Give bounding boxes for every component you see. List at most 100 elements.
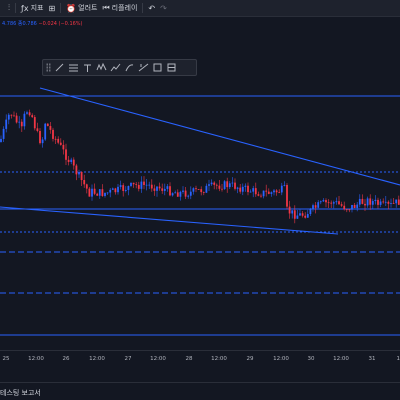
candle-body [93, 188, 96, 194]
candle-body [179, 191, 182, 197]
candle-body [96, 193, 99, 196]
magnet-icon[interactable] [166, 62, 177, 73]
candle-body [366, 198, 369, 206]
candle-body [57, 138, 60, 143]
candle-body [332, 202, 335, 204]
candle-body [62, 144, 65, 150]
fib-icon[interactable] [68, 62, 79, 73]
candle-body [135, 184, 138, 186]
candle-body [150, 184, 153, 189]
candle-body [361, 198, 364, 204]
prediction-icon[interactable] [110, 62, 121, 73]
candle-body [28, 112, 31, 116]
candle-body [275, 190, 278, 193]
alert-button[interactable]: ⏰ 얼러트 [66, 3, 97, 13]
candle-body [83, 180, 86, 185]
candle-body [379, 201, 382, 205]
trendline-upper[interactable] [39, 87, 400, 186]
trendline-icon[interactable] [54, 62, 65, 73]
candle-body [130, 182, 132, 186]
candle-body [161, 188, 164, 191]
pattern-icon[interactable] [96, 62, 107, 73]
candle-body [351, 204, 353, 210]
strategy-tester-tab[interactable]: 테스팅 보고서 [0, 388, 41, 398]
candle-body [257, 194, 260, 196]
chart-type-icon[interactable]: ⫶ [8, 3, 10, 13]
candle-body [49, 126, 52, 130]
candle-body [296, 215, 299, 219]
bottom-panel: 테스팅 보고서 [0, 382, 400, 400]
candle-body [15, 115, 18, 123]
time-tick-label: 12 [396, 356, 400, 362]
candle-body [254, 188, 257, 195]
trendline-lower[interactable] [0, 206, 339, 235]
candle-body [234, 182, 236, 189]
candle-body [395, 199, 398, 204]
time-tick-label: 12:00 [333, 356, 349, 362]
rectangle-icon[interactable] [152, 62, 163, 73]
candle-body [397, 199, 400, 205]
candle-body [231, 182, 234, 184]
time-tick-label: 25 [2, 356, 10, 362]
undo-icon[interactable]: ↶ [148, 4, 155, 13]
candles [0, 109, 400, 224]
candle-body [249, 191, 252, 193]
candle-body [114, 188, 117, 193]
candle-body [189, 191, 192, 196]
trendlines[interactable] [0, 87, 400, 235]
candle-body [343, 205, 346, 210]
indicators-button[interactable]: ƒx 지표 [21, 3, 43, 13]
time-tick-label: 31 [368, 356, 376, 362]
candle-body [23, 113, 26, 127]
candle-body [13, 115, 15, 117]
candle-body [215, 184, 218, 186]
candle-body [278, 192, 281, 194]
candle-body [5, 119, 8, 129]
top-toolbar: ⫶ ƒx 지표 ⊞ ⏰ 얼러트 ⏮ 리플레이 ↶ ↷ [0, 0, 400, 17]
candle-body [33, 117, 36, 129]
time-axis[interactable]: 25 12:00 26 12:00 27 12:00 28 12:00 29 12:00 30 12:… [0, 350, 400, 372]
candle-body [322, 200, 325, 202]
time-tick-label: 30 [307, 356, 315, 362]
text-icon[interactable] [82, 62, 93, 73]
candle-body [153, 188, 156, 191]
drag-handle-icon[interactable] [46, 63, 51, 72]
candle-body [98, 189, 101, 196]
candle-body [106, 192, 109, 194]
candle-body [163, 188, 166, 191]
time-tick-label: 12:00 [89, 356, 105, 362]
candle-body [218, 185, 221, 189]
candle-body [382, 201, 385, 203]
candle-body [202, 192, 205, 193]
candle-body [317, 202, 320, 208]
candle-body [291, 210, 294, 214]
candle-body [192, 188, 195, 192]
time-tick-label: 12:00 [273, 356, 289, 362]
candle-body [124, 189, 127, 191]
candle-body [306, 214, 309, 218]
candle-body [59, 142, 62, 145]
candle-body [213, 182, 216, 185]
candle-body [18, 121, 21, 123]
candle-body [262, 190, 265, 197]
layout-grid-icon[interactable]: ⊞ [48, 4, 55, 13]
brush-icon[interactable] [124, 62, 135, 73]
candle-body [327, 202, 330, 204]
measure-icon[interactable] [138, 62, 149, 73]
candle-body [312, 205, 314, 209]
replay-label: 리플레이 [111, 4, 138, 12]
candle-body [247, 185, 249, 193]
candle-body [31, 115, 34, 118]
candle-body [340, 204, 343, 206]
time-tick-label: 26 [62, 356, 70, 362]
candle-body [265, 190, 268, 192]
redo-icon[interactable]: ↷ [160, 4, 167, 13]
candle-body [132, 182, 135, 185]
replay-icon: ⏮ [102, 3, 110, 12]
candle-body [286, 184, 288, 207]
candle-body [364, 203, 366, 206]
replay-button[interactable]: ⏮ 리플레이 [102, 3, 137, 13]
candle-body [293, 210, 296, 219]
candle-body [195, 188, 197, 190]
candle-body [226, 181, 229, 188]
